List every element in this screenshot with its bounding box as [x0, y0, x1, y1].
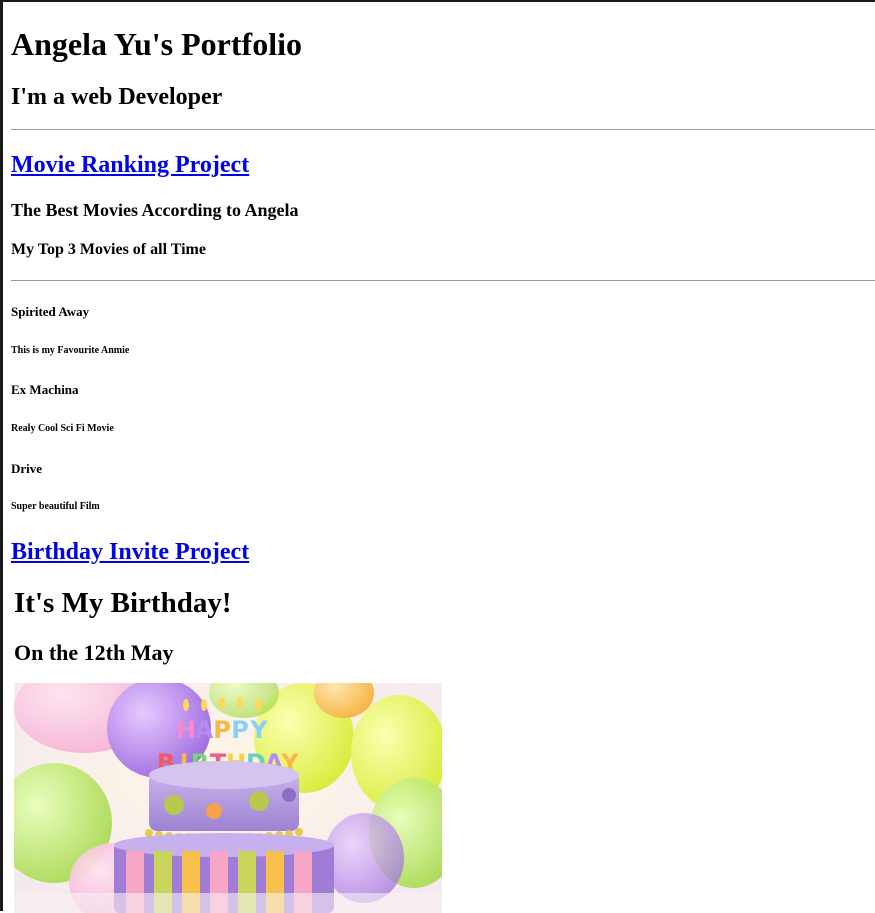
svg-text:A: A — [195, 716, 214, 744]
movie-title: Ex Machina — [11, 382, 79, 397]
birthday-date: On the 12th May — [14, 640, 174, 665]
birthday-cake-image: H A P P Y B I R T H D A Y — [14, 683, 442, 913]
birthday-project-heading: Birthday Invite Project — [11, 539, 249, 566]
page-subtitle: I'm a web Developer — [11, 84, 223, 110]
movie-title: Drive — [11, 461, 43, 476]
movie-ranking-link[interactable]: Movie Ranking Project — [11, 152, 249, 178]
svg-text:P: P — [213, 716, 231, 744]
birthday-invite-link[interactable]: Birthday Invite Project — [11, 539, 249, 565]
svg-text:Y: Y — [249, 716, 268, 744]
movies-subheading: My Top 3 Movies of all Time — [11, 241, 206, 258]
birthday-heading: It's My Birthday! — [14, 587, 232, 619]
movie-title: Spirited Away — [11, 304, 90, 319]
movies-heading: The Best Movies According to Angela — [11, 200, 299, 220]
page-title: Angela Yu's Portfolio — [11, 26, 302, 62]
movie-project-heading: Movie Ranking Project — [11, 152, 249, 179]
movie-description: This is my Favourite Anmie — [11, 345, 130, 356]
movie-description: Super beautiful Film — [11, 501, 100, 512]
birthday-invite: It's My Birthday! On the 12th May — [14, 587, 232, 665]
divider — [11, 129, 875, 130]
svg-text:P: P — [231, 716, 249, 744]
cake-illustration: H A P P Y B I R T H D A Y — [14, 683, 442, 913]
divider — [11, 280, 875, 281]
svg-text:H: H — [176, 716, 196, 744]
movie-description: Realy Cool Sci Fi Movie — [11, 423, 114, 434]
